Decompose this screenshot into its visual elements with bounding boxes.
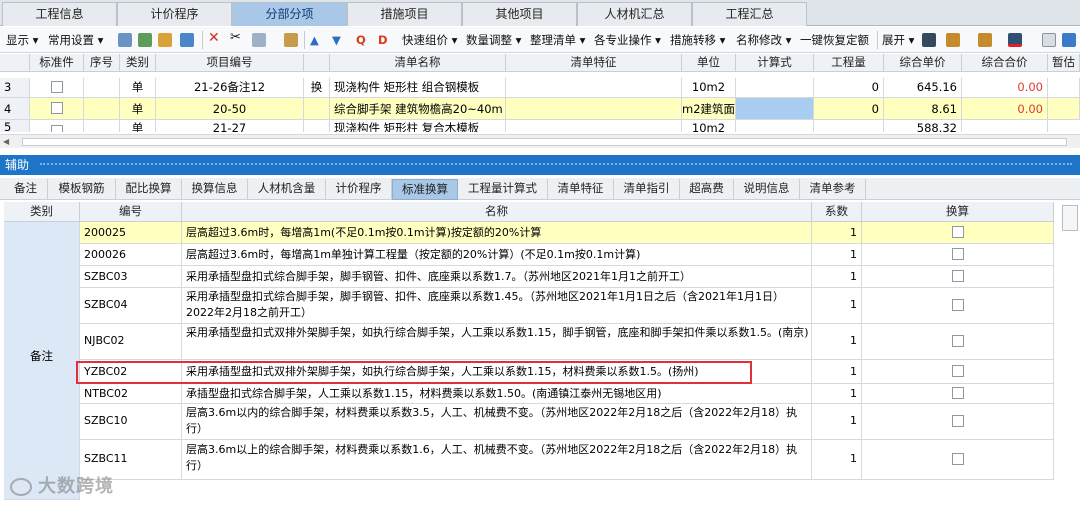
- col-total: 综合合价: [962, 54, 1048, 72]
- col-name: 清单名称: [330, 54, 506, 72]
- category-cell: 备注: [4, 222, 80, 500]
- expand-menu[interactable]: 展开 ▾: [882, 32, 914, 48]
- cut-icon[interactable]: ✂: [230, 30, 241, 46]
- tab-project-summary[interactable]: 工程汇总: [692, 2, 807, 26]
- query-icon[interactable]: Q: [356, 32, 366, 48]
- subtab-remarks[interactable]: 备注: [4, 179, 48, 200]
- subtab-quantity-formula[interactable]: 工程量计算式: [458, 179, 548, 200]
- display-menu[interactable]: 显示 ▾: [6, 32, 38, 48]
- subtab-conversion-info[interactable]: 换算信息: [182, 179, 248, 200]
- col-standard: 标准件: [30, 54, 84, 72]
- col-category: 类别: [120, 54, 156, 72]
- subtab-pricing-program[interactable]: 计价程序: [326, 179, 392, 200]
- toolbar: 显示 ▾ 常用设置 ▾ ✕ ✂ ▲ ▼ Q D 快速组价 ▾ 数量调整 ▾ 整理…: [0, 27, 1080, 53]
- add-subitem-icon[interactable]: [138, 33, 152, 47]
- main-tab-bar: 工程信息 计价程序 分部分项 措施项目 其他项目 人材机汇总 工程汇总: [0, 0, 1080, 26]
- convert-checkbox[interactable]: [952, 248, 964, 260]
- common-settings-menu[interactable]: 常用设置 ▾: [48, 32, 103, 48]
- col-aux-code: 编号: [80, 202, 182, 222]
- subtab-formwork-rebar[interactable]: 模板钢筋: [48, 179, 116, 200]
- rename-menu[interactable]: 名称修改 ▾: [736, 32, 791, 48]
- convert-checkbox[interactable]: [952, 415, 964, 427]
- subtab-resource-content[interactable]: 人材机含量: [248, 179, 326, 200]
- watermark-logo-icon: [10, 478, 32, 496]
- subtab-mix-conversion[interactable]: 配比换算: [116, 179, 182, 200]
- organize-list-menu[interactable]: 整理清单 ▾: [530, 32, 585, 48]
- convert-checkbox[interactable]: [952, 299, 964, 311]
- quick-pricing-menu[interactable]: 快速组价 ▾: [402, 32, 457, 48]
- col-estimate: 暂估: [1048, 54, 1080, 72]
- tab-project-info[interactable]: 工程信息: [2, 2, 117, 26]
- convert-checkbox[interactable]: [952, 365, 964, 377]
- aux-tab-bar: 备注 模板钢筋 配比换算 换算信息 人材机含量 计价程序 标准换算 工程量计算式…: [0, 178, 1080, 200]
- copy-icon[interactable]: [252, 33, 266, 47]
- tab-sub-items[interactable]: 分部分项: [232, 2, 347, 26]
- tab-measures[interactable]: 措施项目: [347, 2, 462, 26]
- tab-other-items[interactable]: 其他项目: [462, 2, 577, 26]
- highlight-box: [76, 361, 752, 384]
- side-button[interactable]: [1062, 205, 1078, 231]
- standard-checkbox[interactable]: [51, 81, 63, 93]
- col-unit: 单位: [682, 54, 736, 72]
- replace-icon[interactable]: [180, 33, 194, 47]
- col-formula: 计算式: [736, 54, 814, 72]
- discipline-ops-menu[interactable]: 各专业操作 ▾: [594, 32, 661, 48]
- binoculars-icon[interactable]: [922, 33, 936, 47]
- aux-panel-title: 辅助: [5, 158, 30, 172]
- col-quantity: 工程量: [814, 54, 884, 72]
- horizontal-scrollbar[interactable]: ◀: [0, 134, 1080, 148]
- convert-checkbox[interactable]: [952, 226, 964, 238]
- chart-icon[interactable]: [1062, 33, 1076, 47]
- unlock-icon[interactable]: [978, 33, 992, 47]
- standard-checkbox[interactable]: [51, 125, 63, 132]
- paste-icon[interactable]: [284, 33, 298, 47]
- quantity-adjust-menu[interactable]: 数量调整 ▾: [466, 32, 521, 48]
- convert-checkbox[interactable]: [952, 387, 964, 399]
- scroll-left-icon[interactable]: ◀: [3, 137, 13, 147]
- move-up-icon[interactable]: ▲: [310, 32, 319, 48]
- eraser-icon[interactable]: [1042, 33, 1056, 47]
- col-aux-name: 名称: [182, 202, 812, 222]
- add-quota-icon[interactable]: [158, 33, 172, 47]
- subtab-list-features[interactable]: 清单特征: [548, 179, 614, 200]
- convert-checkbox[interactable]: [952, 270, 964, 282]
- col-feature: 清单特征: [506, 54, 682, 72]
- col-aux-category: 类别: [4, 202, 80, 222]
- tab-pricing-program[interactable]: 计价程序: [117, 2, 232, 26]
- formula-cell-active[interactable]: [736, 98, 814, 120]
- aux-panel-header: 辅助: [0, 155, 1080, 175]
- subtab-list-guide[interactable]: 清单指引: [614, 179, 680, 200]
- watermark: 大数跨境: [10, 472, 114, 498]
- tab-labor-material-summary[interactable]: 人材机汇总: [577, 2, 692, 26]
- table-row[interactable]: 5 单 21-27 现浇构件 矩形柱 复合木模板 10m2 588.32: [0, 120, 1080, 132]
- col-seq: 序号: [84, 54, 120, 72]
- col-aux-convert: 换算: [862, 202, 1054, 222]
- subtab-height-fee[interactable]: 超高费: [680, 179, 734, 200]
- subtab-list-reference[interactable]: 清单参考: [800, 179, 866, 200]
- convert-checkbox[interactable]: [952, 335, 964, 347]
- convert-checkbox[interactable]: [952, 453, 964, 465]
- lock-icon[interactable]: [946, 33, 960, 47]
- col-unit-price: 综合单价: [884, 54, 962, 72]
- define-icon[interactable]: D: [378, 32, 388, 48]
- col-aux-coef: 系数: [812, 202, 862, 222]
- subtab-description[interactable]: 说明信息: [734, 179, 800, 200]
- restore-quota-button[interactable]: 一键恢复定额: [800, 32, 869, 48]
- fill-color-icon[interactable]: [1008, 33, 1022, 47]
- delete-icon[interactable]: ✕: [208, 30, 220, 46]
- subtab-standard-conversion[interactable]: 标准换算: [392, 179, 458, 200]
- move-down-icon[interactable]: ▼: [332, 32, 341, 48]
- standard-checkbox[interactable]: [51, 102, 63, 114]
- col-code: 项目编号: [156, 54, 304, 72]
- insert-icon[interactable]: [118, 33, 132, 47]
- measure-transfer-menu[interactable]: 措施转移 ▾: [670, 32, 725, 48]
